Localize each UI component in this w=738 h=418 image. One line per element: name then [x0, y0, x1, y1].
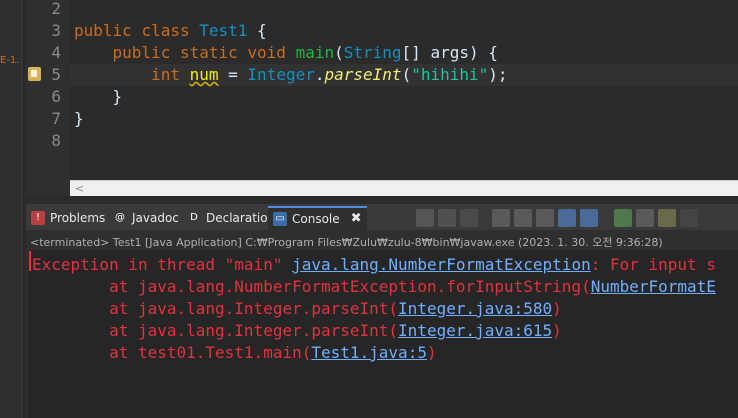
- package-explorer-strip: E-1.: [0, 0, 22, 418]
- code-line[interactable]: [70, 130, 738, 152]
- code-token: Test1: [199, 21, 248, 40]
- tab-declaration[interactable]: D Declaration: [182, 206, 280, 230]
- code-token: Integer: [247, 65, 315, 84]
- code-token: main: [295, 43, 335, 62]
- open-console-icon[interactable]: [658, 209, 676, 227]
- source-link[interactable]: Test1.java:5: [311, 343, 427, 362]
- close-icon[interactable]: ✖: [351, 208, 362, 230]
- editor-horizontal-scrollbar[interactable]: <: [70, 180, 738, 196]
- scroll-left-icon[interactable]: <: [75, 181, 84, 196]
- trace-text: ): [426, 343, 437, 362]
- problems-icon: !: [31, 211, 45, 225]
- annotation-ruler: [26, 0, 41, 180]
- code-token: (: [401, 65, 412, 84]
- code-token: static: [179, 43, 238, 62]
- code-token: public: [112, 43, 171, 62]
- trace-text: ): [552, 299, 562, 318]
- console-output[interactable]: Exception in thread "main" java.lang.Num…: [28, 250, 738, 418]
- code-token: ) {: [468, 43, 498, 62]
- declaration-icon: D: [187, 211, 201, 225]
- code-token: =: [218, 65, 248, 84]
- line-number-gutter: 2345678: [41, 0, 84, 180]
- code-token: .: [314, 65, 325, 84]
- code-token: void: [247, 43, 286, 62]
- console-toolbar: [416, 208, 698, 228]
- code-token: }: [74, 109, 84, 128]
- trace-text: at test01.Test1.main(: [32, 343, 312, 362]
- clear-console-icon[interactable]: [492, 209, 510, 227]
- console-view: ! Problems @ Javadoc D Declaration ▭ Console ✖ <…: [26, 204, 738, 418]
- code-token: args: [430, 43, 469, 62]
- javadoc-icon: @: [113, 211, 127, 225]
- code-line[interactable]: }: [70, 86, 738, 108]
- scroll-lock-icon[interactable]: [514, 209, 532, 227]
- code-line[interactable]: }: [70, 108, 738, 130]
- trace-text: Exception in thread "main": [32, 255, 293, 274]
- code-token: String: [343, 43, 402, 62]
- pin-console-icon[interactable]: [614, 209, 632, 227]
- code-token: class: [141, 21, 190, 40]
- trace-text: at java.lang.NumberFormatException.forIn…: [32, 277, 591, 296]
- code-token: int: [151, 65, 180, 84]
- view-tab-bar: ! Problems @ Javadoc D Declaration ▭ Console ✖: [26, 204, 738, 230]
- tab-label: Javadoc: [132, 211, 179, 225]
- show-on-stderr-icon[interactable]: [580, 209, 598, 227]
- source-link[interactable]: Integer.java:615: [398, 321, 552, 340]
- code-token: public: [74, 21, 132, 40]
- source-link[interactable]: NumberFormatE: [591, 277, 716, 296]
- package-explorer-fragment: E-1.: [0, 55, 20, 66]
- view-menu-chevron-down-icon[interactable]: [680, 209, 698, 227]
- code-token: (: [334, 43, 344, 62]
- tab-label: Declaration: [206, 211, 276, 225]
- code-token: []: [401, 43, 431, 62]
- tab-label: Console: [292, 212, 340, 226]
- code-token: );: [488, 65, 508, 84]
- stack-trace-line: at java.lang.Integer.parseInt(Integer.ja…: [32, 320, 562, 342]
- stack-trace-line: at java.lang.Integer.parseInt(Integer.ja…: [32, 298, 562, 320]
- code-token: }: [74, 87, 123, 106]
- show-on-stdout-icon[interactable]: [558, 209, 576, 227]
- trace-text: at java.lang.Integer.parseInt(: [32, 321, 399, 340]
- code-token: "hihihi": [411, 65, 489, 84]
- tab-javadoc[interactable]: @ Javadoc: [108, 206, 184, 230]
- tab-problems[interactable]: ! Problems: [26, 206, 110, 230]
- terminate-icon[interactable]: [416, 209, 434, 227]
- stack-trace-line: at java.lang.NumberFormatException.forIn…: [32, 276, 716, 298]
- code-area[interactable]: public class Test1 { public static void …: [70, 0, 738, 180]
- source-link[interactable]: java.lang.NumberFormatException: [292, 255, 591, 274]
- tab-label: Problems: [50, 211, 106, 225]
- word-wrap-icon[interactable]: [536, 209, 554, 227]
- error-line-marker: [29, 251, 31, 271]
- display-console-icon[interactable]: [636, 209, 654, 227]
- code-editor[interactable]: 2345678 public class Test1 { public stat…: [26, 0, 738, 196]
- exception-line: Exception in thread "main" java.lang.Num…: [32, 254, 716, 276]
- trace-text: at java.lang.Integer.parseInt(: [32, 299, 399, 318]
- code-line[interactable]: public class Test1 {: [70, 20, 738, 42]
- remove-launch-icon[interactable]: [438, 209, 456, 227]
- trace-text: : For input s: [590, 255, 716, 274]
- source-link[interactable]: Integer.java:580: [398, 299, 552, 318]
- code-token: {: [247, 21, 267, 40]
- warning-marker-icon[interactable]: [28, 67, 41, 81]
- code-line[interactable]: [70, 0, 738, 20]
- tab-console[interactable]: ▭ Console ✖: [268, 206, 367, 230]
- code-line[interactable]: public static void main(String[] args) {: [70, 42, 738, 64]
- code-line[interactable]: int num = Integer.parseInt("hihihi");: [70, 64, 738, 86]
- stack-trace-line: at test01.Test1.main(Test1.java:5): [32, 342, 437, 364]
- code-token: parseInt: [324, 65, 402, 84]
- trace-text: ): [552, 321, 562, 340]
- code-token: num: [189, 65, 219, 84]
- console-icon: ▭: [273, 212, 287, 226]
- terminated-status: <terminated> Test1 [Java Application] C:…: [30, 236, 663, 249]
- remove-all-terminated-icon[interactable]: [460, 209, 478, 227]
